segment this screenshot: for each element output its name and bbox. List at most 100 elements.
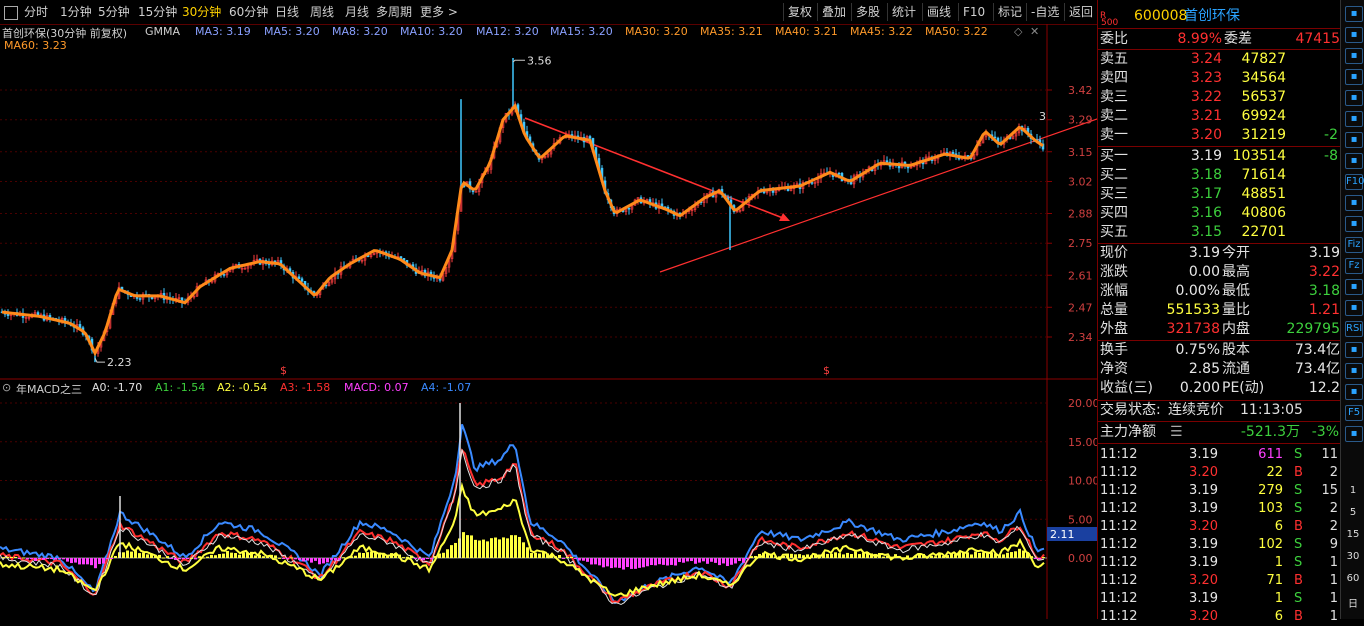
macd-bar — [526, 547, 529, 558]
fiz-icon[interactable]: Fiz — [1345, 237, 1363, 253]
macd-bar — [306, 558, 309, 561]
stat-value: 3.22 — [1308, 264, 1340, 280]
ask-row: 卖一 3.20 31219 -2 — [1098, 126, 1341, 145]
macd-bar — [430, 558, 433, 560]
bid-row: 买二 3.18 71614 — [1098, 166, 1341, 185]
candle-body — [474, 191, 478, 193]
macd-bar — [990, 552, 993, 558]
bid-row: 买一 3.19 103514 -8 — [1098, 147, 1341, 166]
macd-bar — [1010, 552, 1013, 558]
macd-bar — [534, 552, 537, 558]
stat-row: 涨跌 0.00 最高 3.22 — [1098, 263, 1341, 282]
macd-bar — [770, 553, 773, 558]
bid-volume: 40806 — [1241, 205, 1286, 221]
window-icon[interactable]: ▪ — [1345, 6, 1363, 22]
macd-bar — [714, 558, 717, 563]
period-shortcut[interactable]: 1 — [1341, 485, 1364, 496]
macd-bar — [382, 553, 385, 558]
macd-bar — [358, 552, 361, 558]
doc-icon[interactable]: ▪ — [1345, 216, 1363, 232]
period-shortcut[interactable]: 5 — [1341, 507, 1364, 518]
candle-body — [78, 324, 82, 328]
macd-bar — [170, 558, 173, 559]
macd-bar — [198, 556, 201, 558]
list-icon[interactable]: ▪ — [1345, 111, 1363, 127]
tick-count: 1 — [1329, 591, 1338, 606]
tick-row: 11:12 3.19 611 S 11 — [1098, 445, 1341, 464]
macd-bar — [658, 558, 661, 565]
macd-bar — [582, 558, 585, 561]
macd-bar — [390, 553, 393, 558]
macd-icon[interactable]: ▪ — [1345, 300, 1363, 316]
move-icon[interactable]: ▪ — [1345, 363, 1363, 379]
fz-icon[interactable]: Fz — [1345, 258, 1363, 274]
macd-bar — [66, 558, 69, 562]
rsi-icon[interactable]: RSI — [1345, 321, 1363, 337]
bid-volume: 103514 — [1232, 148, 1286, 164]
tick-volume: 1 — [1274, 591, 1283, 606]
f5-icon[interactable]: F5 — [1345, 405, 1363, 421]
list-icon[interactable]: ☰ — [1170, 423, 1183, 442]
f10-icon[interactable]: F10 — [1345, 174, 1364, 190]
tick-count: 1 — [1329, 609, 1338, 624]
table-icon[interactable]: ▪ — [1345, 90, 1363, 106]
macd-bar — [994, 553, 997, 558]
trade-state-row: 交易状态: 连续竞价 11:13:05 — [1098, 401, 1341, 420]
macd-bar — [706, 558, 709, 564]
macd-bar — [522, 542, 525, 558]
stat-value: 3.19 — [1308, 245, 1340, 261]
kline-chart[interactable]: 3.42 3.29 3.15 3.02 2.88 2.75 2.61 2.47 2.34 20.0… — [0, 0, 1097, 619]
candle-icon[interactable]: ▪ — [1345, 132, 1363, 148]
pen-icon[interactable]: ▪ — [1345, 384, 1363, 400]
macd-legend-item: MACD: 0.07 — [344, 381, 409, 394]
macd-bar — [514, 535, 517, 558]
period-shortcut[interactable]: 60 — [1341, 573, 1364, 584]
chart-icon[interactable]: ▪ — [1345, 195, 1363, 211]
macd-bar — [754, 555, 757, 558]
arrow-up-icon[interactable]: ▪ — [1345, 342, 1363, 358]
macd-bar — [242, 552, 245, 558]
settings-icon[interactable]: ⊙ — [2, 381, 11, 394]
bid-price: 3.15 — [1190, 224, 1222, 240]
macd-bar — [238, 554, 241, 558]
tick-volume: 71 — [1266, 573, 1283, 588]
macd-bar — [930, 555, 933, 558]
candle-body — [837, 172, 841, 175]
window2-icon[interactable]: ▪ — [1345, 153, 1363, 169]
candle-body — [297, 276, 301, 279]
period-shortcut[interactable]: 15 — [1341, 529, 1364, 540]
down-arrow-icon[interactable]: ▪ — [1345, 48, 1363, 64]
tick-price: 3.19 — [1189, 555, 1218, 570]
macd-bar — [738, 558, 741, 562]
price-tick: 3.42 — [1068, 84, 1093, 97]
macd-bar — [798, 554, 801, 558]
macd-bar — [414, 558, 417, 559]
ask-change: -2 — [1324, 127, 1338, 143]
stock-name[interactable]: 首创环保 — [1184, 7, 1240, 26]
macd-bar — [626, 558, 629, 568]
macd-bar — [906, 555, 909, 558]
grid2-icon[interactable]: ▪ — [1345, 426, 1363, 442]
ask-label: 卖五 — [1100, 51, 1128, 67]
macd-bar — [910, 557, 913, 559]
circle-icon[interactable]: ▪ — [1345, 279, 1363, 295]
ask-volume: 47827 — [1241, 51, 1286, 67]
up-arrow-icon[interactable]: ▪ — [1345, 27, 1363, 43]
macd-bar — [766, 553, 769, 558]
period-shortcut[interactable]: 30 — [1341, 551, 1364, 562]
bid-volume: 71614 — [1241, 167, 1286, 183]
ask-price: 3.22 — [1190, 89, 1222, 105]
macd-bar — [202, 557, 205, 559]
info-value: 12.2 — [1308, 380, 1340, 396]
period-shortcut[interactable]: 日 — [1341, 595, 1364, 610]
grid-icon[interactable]: ▪ — [1345, 69, 1363, 85]
stat-value: 551533 — [1166, 302, 1220, 318]
stat-label: 涨幅 — [1100, 283, 1128, 299]
macd-name[interactable]: 年MACD之三 — [16, 381, 82, 397]
macd-bar — [146, 554, 149, 558]
bid-row: 买五 3.15 22701 — [1098, 223, 1341, 242]
macd-bar — [58, 558, 61, 559]
tick-row: 11:12 3.20 6 B 1 — [1098, 607, 1341, 626]
macd-bar — [586, 558, 589, 562]
bid-price: 3.17 — [1190, 186, 1222, 202]
